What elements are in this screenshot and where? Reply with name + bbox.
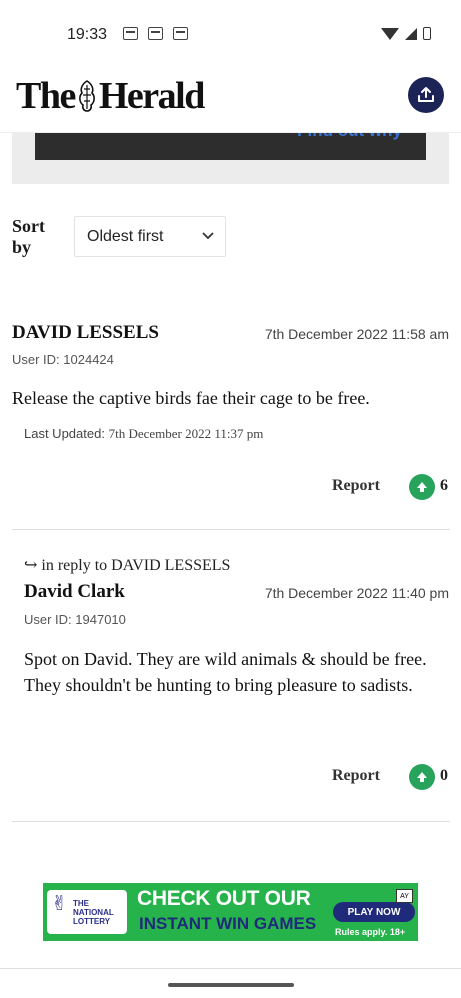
arrow-up-icon [417,482,427,492]
comment-user-id: User ID: 1947010 [24,612,126,627]
sort-dropdown[interactable]: Oldest first [74,216,226,257]
comment-last-updated: Last Updated: 7th December 2022 11:37 pm [24,426,263,442]
comment-divider [12,529,450,530]
ad-subheadline: INSTANT WIN GAMES [139,914,317,933]
comment-divider [12,821,450,822]
share-icon [418,87,434,102]
promo-block: Find out why [12,133,449,184]
crossed-fingers-icon: ✌ [51,893,68,915]
arrow-up-icon [417,772,427,782]
ad-rules-text: Rules apply. 18+ [335,927,406,937]
last-updated-value: 7th December 2022 11:37 pm [108,426,264,441]
calendar-icon [148,27,163,40]
share-button[interactable] [408,77,444,113]
chevron-down-icon [202,232,214,240]
promo-link[interactable]: Find out why [297,133,402,141]
system-icons [381,27,431,40]
report-button[interactable]: Report [332,767,380,785]
comment-body: Release the captive birds fae their cage… [12,388,370,408]
comment-user-id: User ID: 1024424 [12,352,114,367]
nav-bar-divider [0,968,461,969]
report-button[interactable]: Report [332,477,380,495]
sort-selected-value: Oldest first [87,227,164,245]
notification-icons [123,27,188,40]
reply-arrow-icon: ↪ [24,557,42,574]
ad-brand-line: NATIONAL [73,907,114,917]
reply-to-text[interactable]: in reply to DAVID LESSELS [41,557,230,574]
home-gesture-bar[interactable] [168,983,294,987]
comment-date: 7th December 2022 11:58 am [264,326,449,342]
ad-banner[interactable]: ✌ THE NATIONAL LOTTERY CHECK OUT OUR INS… [43,883,418,941]
reply-to-label: ↪ in reply to DAVID LESSELS [24,555,230,575]
comment-author[interactable]: David Clark [24,581,125,603]
calendar-icon [173,27,188,40]
battery-icon [423,27,431,40]
ad-choices-icon[interactable]: AY [396,889,413,903]
ad-brand-line: LOTTERY [73,916,111,926]
play-now-button[interactable]: PLAY NOW [333,902,415,922]
comment-body: Spot on David. They are wild animals & s… [24,649,427,695]
comment-date: 7th December 2022 11:40 pm [264,585,449,601]
ad-brand-line: THE [73,898,89,908]
sort-label: Sort by [12,216,45,257]
promo-banner[interactable]: Find out why [35,133,426,160]
national-lottery-logo: ✌ THE NATIONAL LOTTERY [47,890,127,934]
logo-text-the: The [16,75,76,117]
comment-author[interactable]: DAVID LESSELS [12,322,159,344]
logo-text-herald: Herald [98,75,205,117]
last-updated-label: Last Updated: [24,426,105,441]
the-herald-logo[interactable]: The Herald [16,74,205,118]
site-header: The Herald [0,60,461,133]
vote-count: 0 [440,767,448,784]
upvote-button[interactable] [409,474,435,500]
crest-icon [78,80,95,112]
signal-icon [405,27,417,40]
upvote-button[interactable] [409,764,435,790]
wifi-icon [381,27,399,40]
notification-icon [123,27,138,40]
ad-headline: CHECK OUT OUR [137,887,311,910]
vote-count: 6 [440,477,448,494]
status-time: 19:33 [67,26,108,43]
status-bar: 19:33 [0,0,461,60]
